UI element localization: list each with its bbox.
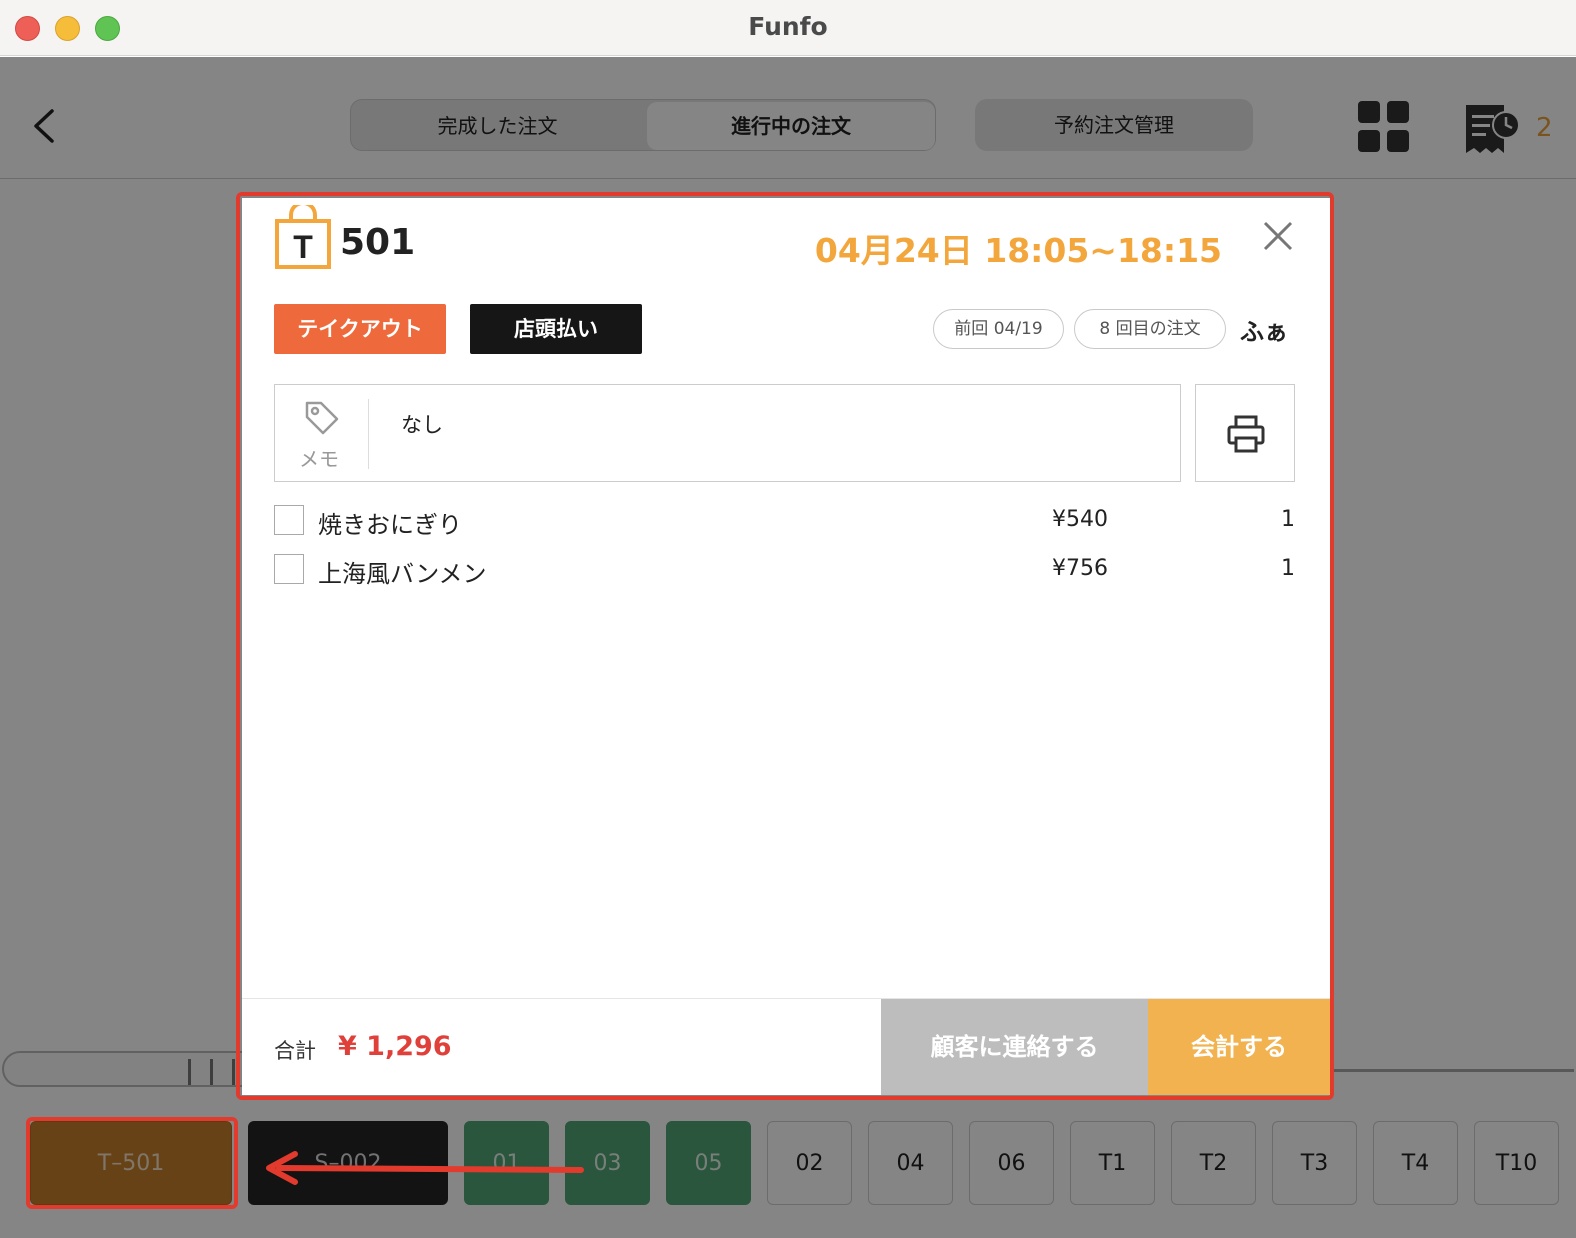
order-type-letter: T [293, 229, 313, 265]
annotation-arrow-icon [266, 1151, 584, 1185]
item-name: 焼きおにぎり [318, 511, 462, 539]
total-label: 合計 [274, 1039, 316, 1063]
item-quantity: 1 [1281, 507, 1295, 532]
order-item-row: 焼きおにぎり ¥540 1 [274, 503, 1295, 539]
item-checkbox[interactable] [274, 505, 304, 535]
item-price: ¥756 [1052, 556, 1108, 581]
memo-label: メモ [299, 447, 339, 471]
order-count-pill: 8 回目の注文 [1074, 309, 1226, 349]
checkout-button[interactable]: 会計する [1148, 999, 1330, 1095]
memo-box: メモ なし [274, 384, 1181, 482]
order-number: 501 [340, 222, 416, 263]
total-amount: ¥ 1,296 [338, 1031, 452, 1062]
memo-divider [368, 399, 369, 469]
memo-text: なし [401, 413, 443, 437]
close-icon[interactable] [1262, 220, 1294, 252]
annotation-highlight-tab [26, 1117, 238, 1209]
printer-icon [1227, 415, 1265, 453]
print-button[interactable] [1195, 384, 1295, 482]
takeout-bag-icon: T [275, 205, 331, 269]
title-bar: Funfo [0, 0, 1576, 56]
item-name: 上海風バンメン [318, 560, 487, 588]
item-price: ¥540 [1052, 507, 1108, 532]
tag-icon [305, 401, 339, 435]
order-detail-modal: T 501 04月24日 18:05~18:15 テイクアウト 店頭払い 前回 … [242, 198, 1330, 1095]
pickup-time-slot: 04月24日 18:05~18:15 [814, 231, 1222, 270]
last-visit-pill: 前回 04/19 [933, 309, 1064, 349]
item-quantity: 1 [1281, 556, 1295, 581]
pay-at-store-badge: 店頭払い [470, 304, 642, 354]
order-item-row: 上海風バンメン ¥756 1 [274, 552, 1295, 588]
contact-customer-button[interactable]: 顧客に連絡する [881, 999, 1148, 1095]
customer-name: ふぁ [1240, 318, 1288, 346]
item-checkbox[interactable] [274, 554, 304, 584]
modal-footer: 合計 ¥ 1,296 顧客に連絡する 会計する [242, 998, 1330, 1095]
window-title: Funfo [748, 12, 828, 41]
takeout-badge: テイクアウト [274, 304, 446, 354]
